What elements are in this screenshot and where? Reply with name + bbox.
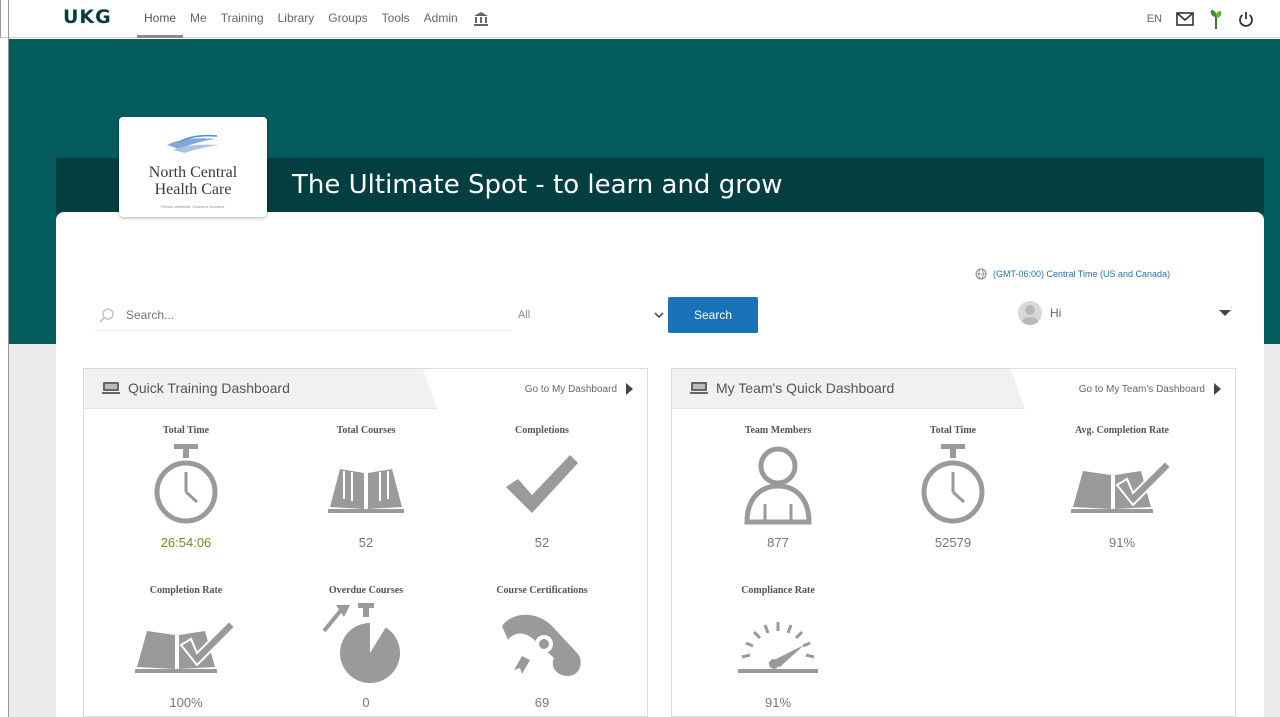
nav-training[interactable]: Training [214,0,271,38]
metric-value: 26:54:06 [160,535,212,550]
nav-admin[interactable]: Admin [417,0,465,38]
search-scope-select[interactable]: All [510,299,668,331]
organization-logo: North Central Health Care Person centere… [119,117,267,217]
go-to-team-dashboard-label: Go to My Team's Dashboard [1078,383,1205,395]
dashboard-icon [690,382,708,394]
go-to-my-dashboard-link[interactable]: Go to My Dashboard [423,369,647,409]
metric-value: 52579 [934,535,972,550]
open-book-icon [328,469,404,513]
metric-label: Completions [515,425,569,436]
metric-team-members[interactable]: Team Members 877 [698,425,858,550]
book-check-icon [135,619,237,673]
user-greeting: Hi [1050,306,1062,320]
institution-icon [473,12,488,26]
person-icon [744,446,812,525]
search-field-wrapper [94,299,510,331]
metric-label: Course Certifications [496,585,588,596]
timezone-link[interactable]: (GMT-06:00) Central Time (US and Canada) [975,268,1170,280]
metric-label: Total Courses [336,425,396,436]
plant-icon[interactable] [1208,8,1224,30]
metric-value: 91% [764,695,792,710]
metric-value: 877 [767,535,789,550]
metric-total-time[interactable]: Total Time 26:54:06 [106,425,266,550]
metric-completions[interactable]: Completions 52 [462,425,622,550]
nav-library[interactable]: Library [271,0,322,38]
metric-label: Total Time [929,425,977,436]
caret-right-icon [626,383,633,395]
metric-course-certifications[interactable]: Course Certifications 69 [462,585,622,710]
organization-name-line2: Health Care [154,181,232,198]
brand-wave-icon [167,134,219,153]
metric-label: Overdue Courses [328,585,404,596]
search-icon [99,308,114,323]
metric-label: Avg. Completion Rate [1075,425,1169,436]
window-edge [8,0,9,717]
power-icon[interactable] [1238,11,1254,27]
go-to-my-dashboard-label: Go to My Dashboard [524,383,617,395]
ukg-logo[interactable]: UKG [63,6,112,28]
book-check-icon [1071,459,1173,513]
metric-label: Team Members [744,425,812,436]
organization-name-line1: North Central [148,164,238,181]
metric-label: Total Time [162,425,210,436]
metric-value: 52 [534,535,550,550]
stopwatch-icon [921,444,985,524]
user-menu[interactable]: Hi [1018,301,1061,325]
metric-value: 52 [358,535,374,550]
organization-tagline: Person centered. Outcome focused. [160,204,226,209]
stopwatch-icon [154,444,218,524]
nav-home[interactable]: Home [137,0,184,38]
page-title: The Ultimate Spot - to learn and grow [292,170,783,200]
metric-value: 100% [169,695,203,710]
nav-institution[interactable] [465,0,497,38]
avatar [1018,301,1042,325]
metric-value: 69 [534,695,550,710]
search-input[interactable] [94,299,510,331]
metric-compliance-rate[interactable]: Compliance Rate 91% [698,585,858,710]
panel-header: Quick Training Dashboard Go to My Dashbo… [84,369,647,409]
panel-title: Quick Training Dashboard [102,380,290,396]
user-avatar-icon [1021,305,1039,325]
search-scope-value: All [518,309,531,321]
nav-groups[interactable]: Groups [321,0,374,38]
dashboard-icon [102,382,120,394]
nav-me[interactable]: Me [183,0,214,38]
caret-right-icon [1214,383,1221,395]
team-quick-dashboard: My Team's Quick Dashboard Go to My Team'… [671,368,1236,717]
checkmark-icon [506,455,578,513]
metric-avg-completion-rate[interactable]: Avg. Completion Rate 91% [1042,425,1202,550]
language-selector[interactable]: EN [1147,13,1162,25]
metric-team-total-time[interactable]: Total Time 52579 [873,425,1033,550]
metric-total-courses[interactable]: Total Courses 52 [286,425,446,550]
utility-nav: EN [1147,0,1254,38]
overdue-timer-icon [322,603,400,683]
nav-tools[interactable]: Tools [375,0,417,38]
chevron-down-icon [654,312,664,319]
organization-name: North Central Health Care [119,164,267,198]
search-bar: All Search [94,297,758,333]
main-menu: Home Me Training Library Groups Tools Ad… [137,0,497,38]
certificate-scroll-icon [502,614,581,676]
panel-title-text: My Team's Quick Dashboard [716,380,895,396]
panel-title: My Team's Quick Dashboard [690,380,894,396]
metric-value: 0 [362,695,370,710]
panel-title-text: Quick Training Dashboard [128,380,290,396]
user-menu-caret-icon[interactable] [1219,309,1231,317]
metric-label: Compliance Rate [741,585,815,596]
timezone-label: (GMT-06:00) Central Time (US and Canada) [993,269,1171,279]
quick-training-dashboard: Quick Training Dashboard Go to My Dashbo… [83,368,648,717]
metric-value: 91% [1108,535,1136,550]
go-to-team-dashboard-link[interactable]: Go to My Team's Dashboard [1011,369,1235,409]
search-button[interactable]: Search [668,297,758,333]
top-nav-bar: UKG Home Me Training Library Groups Tool… [0,0,1280,38]
metric-overdue-courses[interactable]: Overdue Courses 0 [286,585,446,710]
mail-icon[interactable] [1176,12,1194,26]
globe-icon [975,268,987,280]
metric-label: Completion Rate [149,585,223,596]
panel-header: My Team's Quick Dashboard Go to My Team'… [672,369,1235,409]
metric-completion-rate[interactable]: Completion Rate 100% [106,585,266,710]
gauge-icon [738,622,818,673]
